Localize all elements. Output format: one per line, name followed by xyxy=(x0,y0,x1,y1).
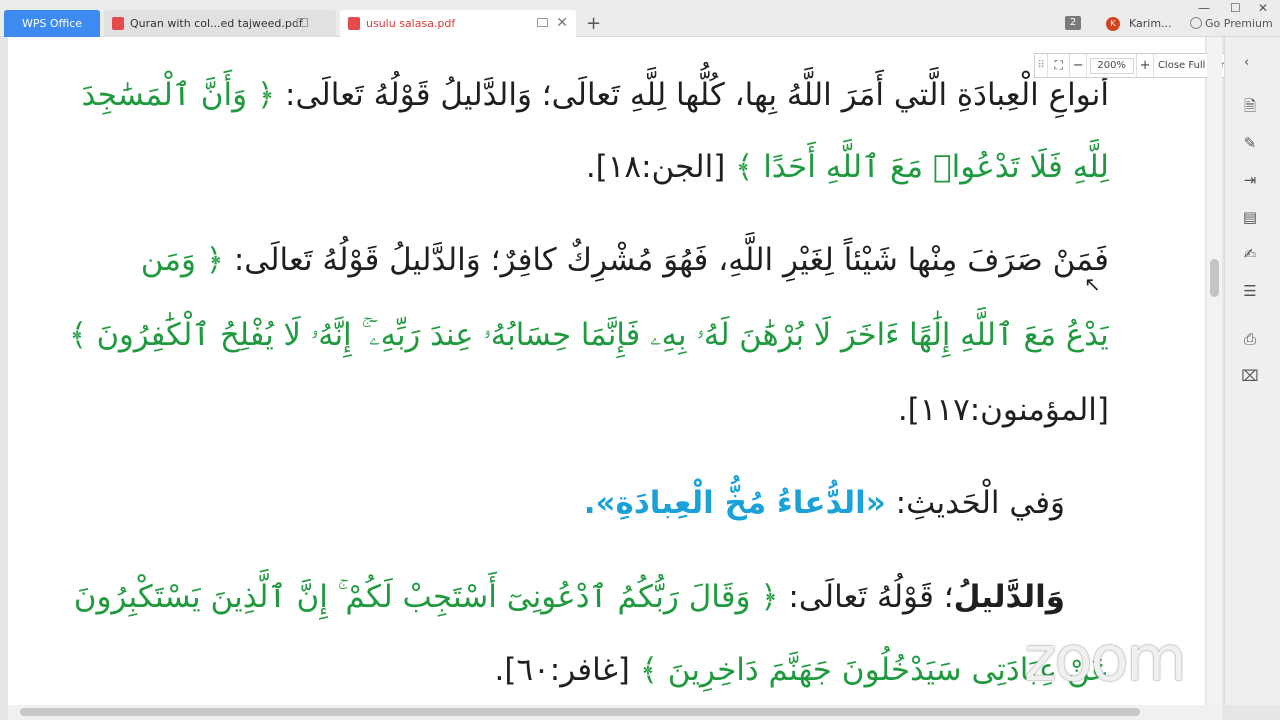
zoom-watermark-logo: zoom xyxy=(1024,622,1187,695)
convert-icon[interactable]: ⇥ xyxy=(1241,171,1259,189)
new-tab-button[interactable]: + xyxy=(586,13,601,34)
tab-usulu-salasa-label: usulu salasa.pdf xyxy=(366,17,456,30)
pdf-file-icon xyxy=(112,17,124,30)
close-window-icon[interactable]: ✕ xyxy=(1258,1,1268,15)
text-line-4: يَدْعُ مَعَ ٱللَّهِ إِلَٰهًا ءَاخَرَ لَا… xyxy=(69,317,1109,354)
maximize-icon[interactable]: ☐ xyxy=(1230,1,1241,15)
quran-verse: ﴿ وَأَنَّ ٱلْمَسَٰجِدَ xyxy=(81,77,276,113)
text-segment: وَفي الْحَديثِ: xyxy=(895,485,1065,521)
go-premium-link[interactable]: Go Premium xyxy=(1205,17,1273,30)
zoom-level-value: 200% xyxy=(1089,57,1134,74)
tab-wps-office-label: WPS Office xyxy=(21,17,83,30)
sign-icon[interactable]: ✍ xyxy=(1241,245,1259,263)
tab-wps-office[interactable]: WPS Office xyxy=(4,10,100,37)
tab-usulu-salasa-pdf[interactable]: usulu salasa.pdf ✕ xyxy=(340,10,576,37)
tab-bar: WPS Office Quran with col...ed tajweed.p… xyxy=(0,0,1280,37)
close-icon[interactable]: ✕ xyxy=(556,15,568,31)
fit-page-icon[interactable]: ⛶ xyxy=(1048,54,1071,77)
text-line-3: فَمَنْ صَرَفَ مِنْها شَيْئاً لِغَيْرِ ال… xyxy=(141,242,1109,278)
minimize-icon[interactable]: — xyxy=(1198,1,1210,15)
clear-icon[interactable]: ⌧ xyxy=(1241,367,1259,385)
text-line-1: أنواعِ الْعِبادَةِ الَّتي أَمَرَ اللَّهُ… xyxy=(81,77,1109,113)
quran-verse: يَدْعُ مَعَ ٱللَّهِ إِلَٰهًا ءَاخَرَ لَا… xyxy=(69,317,1109,353)
vertical-scrollbar[interactable] xyxy=(1207,37,1222,705)
pdf-file-icon xyxy=(348,17,360,30)
horizontal-scroll-thumb[interactable] xyxy=(20,708,1140,716)
zoom-out-button[interactable]: − xyxy=(1070,54,1088,77)
mouse-cursor-icon: ↖ xyxy=(1084,272,1101,296)
export-pdf-icon[interactable]: 🗎 xyxy=(1241,97,1259,115)
text-segment: فَمَنْ صَرَفَ مِنْها شَيْئاً لِغَيْرِ ال… xyxy=(233,242,1109,278)
zoom-level-input[interactable]: 200% xyxy=(1087,54,1138,77)
avatar[interactable]: K xyxy=(1106,17,1120,31)
annotate-icon[interactable]: ▤ xyxy=(1241,208,1259,226)
chevron-left-icon[interactable]: ‹ xyxy=(1244,55,1249,70)
text-segment: أنواعِ الْعِبادَةِ الَّتي أَمَرَ اللَّهُ… xyxy=(285,77,1109,113)
text-line-8: عَنْ عِبَادَتِى سَيَدْخُلُونَ جَهَنَّمَ … xyxy=(494,652,1109,688)
premium-icon[interactable] xyxy=(1190,17,1202,29)
outline-icon[interactable]: ☰ xyxy=(1241,282,1259,300)
document-page: أنواعِ الْعِبادَةِ الَّتي أَمَرَ اللَّهُ… xyxy=(8,37,1205,705)
right-toolbar: 🗎 ✎ ⇥ ▤ ✍ ☰ ⎙ ⌧ xyxy=(1224,37,1280,705)
text-line-2: لِلَّهِ فَلَا تَدْعُوا۟ مَعَ ٱللَّهِ أَح… xyxy=(586,149,1109,185)
verse-reference: [الجن:١٨]. xyxy=(585,149,726,185)
zoom-in-button[interactable]: + xyxy=(1137,54,1154,77)
vertical-scroll-thumb[interactable] xyxy=(1210,259,1219,297)
text-line-6: وَفي الْحَديثِ: «الدُّعاءُ مُخُّ الْعِبا… xyxy=(584,485,1065,521)
window-count-badge[interactable]: 2 xyxy=(1065,16,1081,30)
text-line-7: وَالدَّليلُ؛ قَوْلُهُ تَعالَى: ﴿ وَقَالَ… xyxy=(74,579,1065,616)
text-segment: وَالدَّليلُ xyxy=(953,579,1065,615)
horizontal-scrollbar[interactable] xyxy=(8,705,1222,720)
verse-reference: [المؤمنون:١١٧]. xyxy=(897,392,1109,428)
text-line-5: [المؤمنون:١١٧]. xyxy=(898,392,1109,428)
verse-reference: [غافر:٦٠]. xyxy=(494,652,630,688)
monitor-icon[interactable] xyxy=(297,18,308,27)
tab-quran-pdf-label: Quran with col...ed tajweed.pdf xyxy=(130,17,303,30)
quran-verse: ﴿ وَقَالَ رَبُّكُمُ ٱدْعُونِىٓ أَسْتَجِب… xyxy=(73,579,779,615)
hadith-text: «الدُّعاءُ مُخُّ الْعِبادَةِ». xyxy=(583,485,886,521)
monitor-icon[interactable] xyxy=(537,18,548,27)
user-name[interactable]: Karim... xyxy=(1129,17,1172,30)
drag-handle-icon[interactable]: ⠿ xyxy=(1035,54,1049,77)
quran-verse: ﴿ وَمَن xyxy=(140,242,224,278)
text-segment: ؛ قَوْلُهُ تَعالَى: xyxy=(788,579,954,615)
quran-verse: لِلَّهِ فَلَا تَدْعُوا۟ مَعَ ٱللَّهِ أَح… xyxy=(735,149,1109,185)
print-icon[interactable]: ⎙ xyxy=(1241,330,1259,348)
tab-quran-pdf[interactable]: Quran with col...ed tajweed.pdf xyxy=(104,10,336,37)
edit-icon[interactable]: ✎ xyxy=(1241,134,1259,152)
